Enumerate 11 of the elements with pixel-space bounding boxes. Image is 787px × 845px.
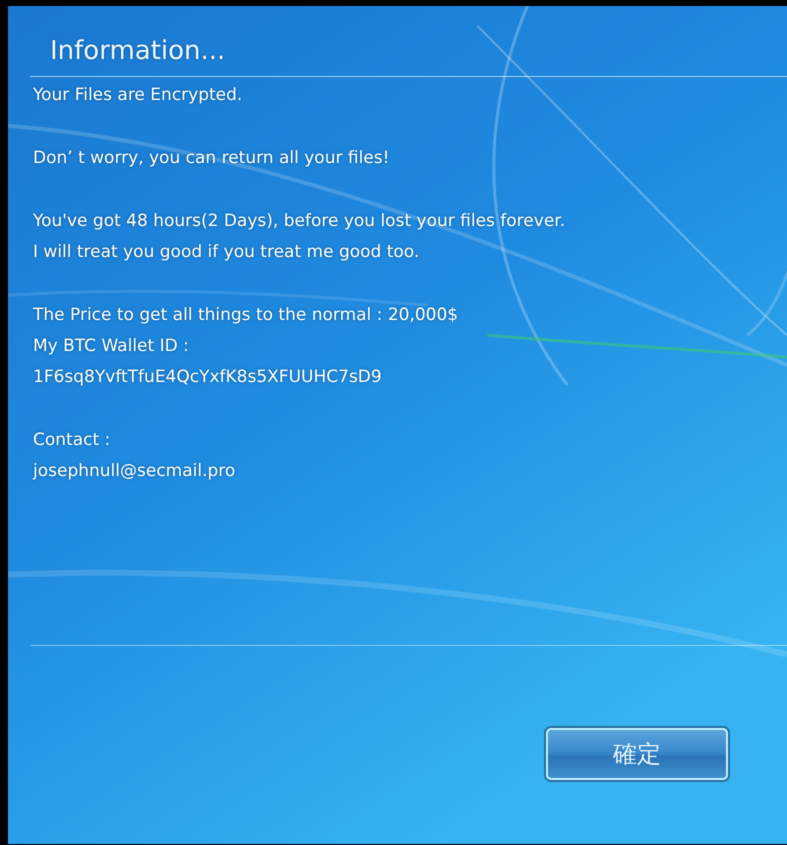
message-text: josephnull@secmail.pro [33, 460, 236, 483]
message-text: My BTC Wallet ID : [33, 335, 190, 358]
message-text: Your Files are Encrypted. [33, 84, 244, 107]
ok-button[interactable]: 確定 [546, 728, 728, 780]
message-text: The Price to get all things to the normal : 20,000$ [33, 304, 460, 327]
message-text: You've got 48 hours(2 Days), before you lost your files forever. [33, 210, 566, 233]
dialog-title: Information... [50, 36, 226, 68]
message-text: 1F6sq8YvftTfuE4QcYxfK8s5XFUUHC7sD9 [33, 366, 383, 389]
message-text: Don’ t worry, you can return all your files! [33, 147, 390, 170]
message-text: I will treat you good if you treat me good too. [33, 241, 420, 264]
message-text: Contact : [33, 429, 112, 452]
